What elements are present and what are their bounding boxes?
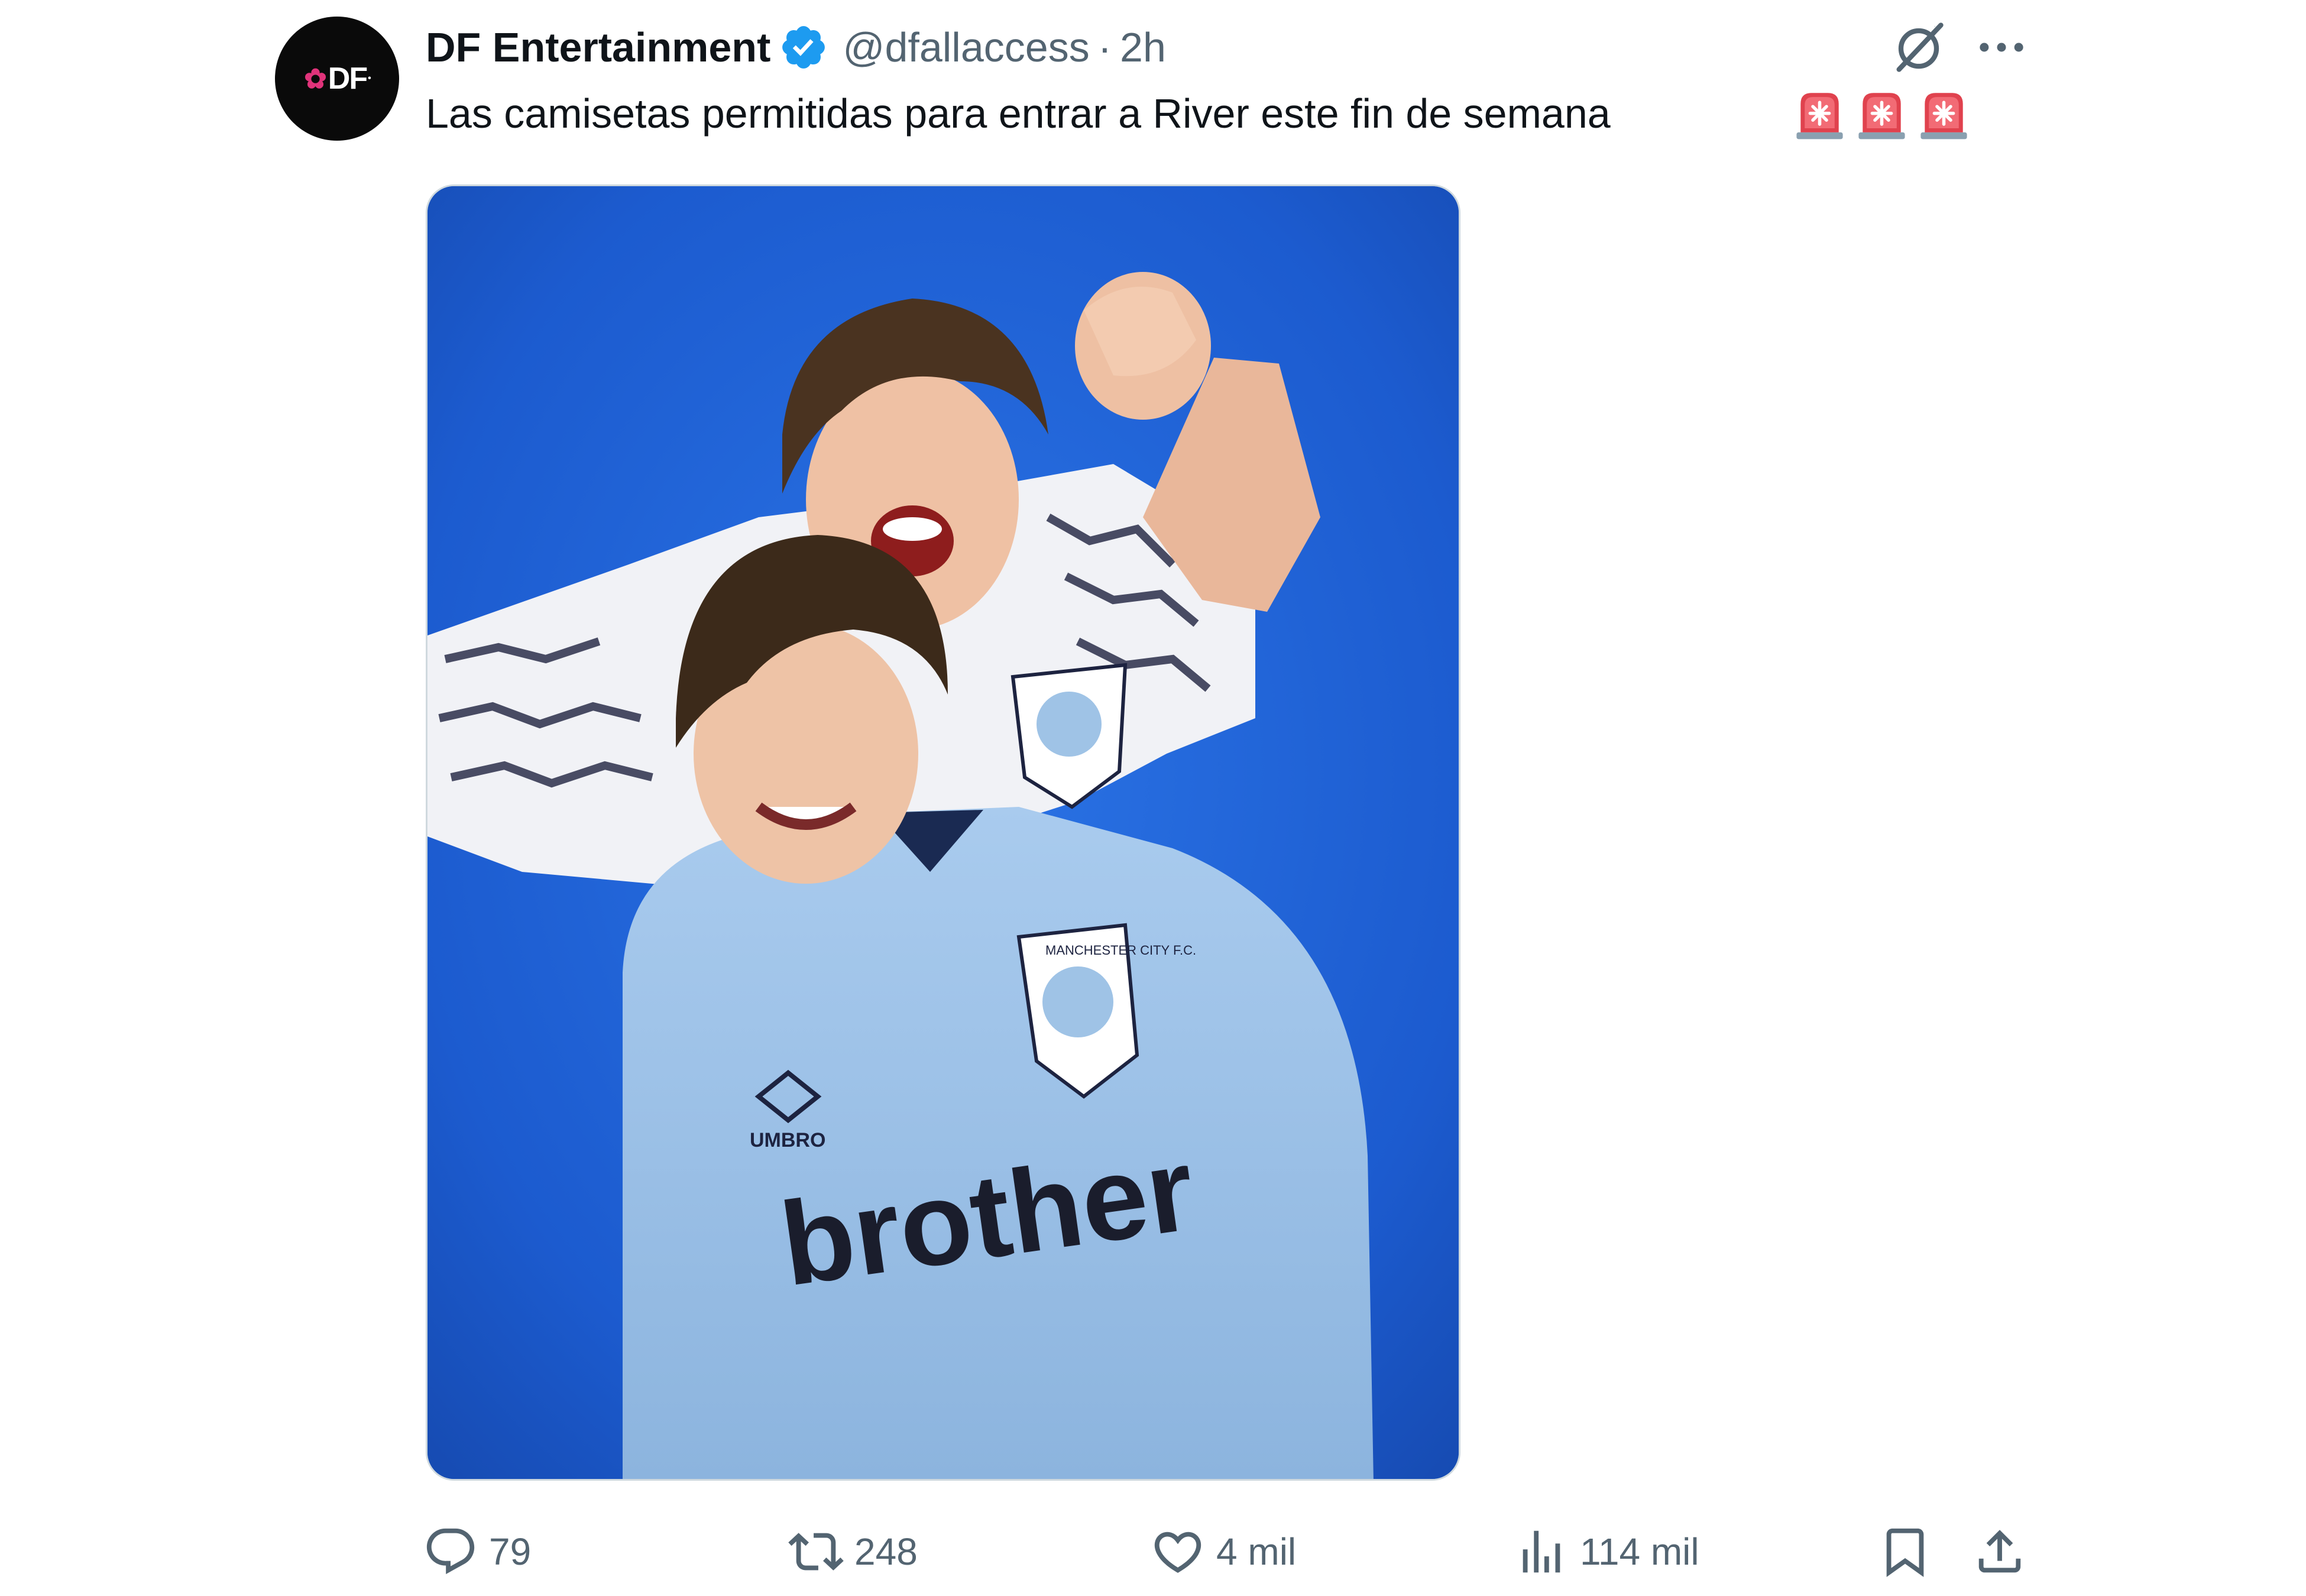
rotating-light-icon <box>1796 93 1843 140</box>
verified-badge-icon[interactable] <box>779 22 828 72</box>
bookmark-button[interactable] <box>1877 1513 1933 1590</box>
rotating-light-icon <box>1858 93 1905 140</box>
like-button[interactable]: 4 mil <box>1150 1513 1296 1590</box>
repost-icon <box>788 1533 844 1571</box>
df-logo: ✿ DF • <box>304 61 371 96</box>
share-button[interactable] <box>1972 1513 2028 1590</box>
repost-count: 248 <box>854 1530 918 1573</box>
separator-dot: · <box>1097 24 1112 70</box>
profile-avatar[interactable]: ✿ DF • <box>275 17 399 141</box>
display-name[interactable]: DF Entertainment <box>426 24 770 71</box>
reply-icon <box>426 1528 475 1574</box>
bookmark-icon <box>1886 1528 1924 1577</box>
grok-icon[interactable] <box>1889 18 1948 77</box>
heart-icon <box>1154 1532 1201 1573</box>
trademark-mark: • <box>368 73 371 83</box>
reply-count: 79 <box>489 1530 532 1573</box>
more-icon[interactable] <box>1972 18 2031 77</box>
tweet-header: DF Entertainment @dfallaccess · 2h <box>426 18 1166 77</box>
tweet-text: Las camisetas permitidas para entrar a R… <box>426 90 1611 137</box>
share-icon <box>1978 1530 2021 1573</box>
tweet-actions: 79 248 4 mil 114 mil <box>0 1513 2306 1590</box>
dancers-icon: ✿ <box>304 63 327 94</box>
views-chart-icon <box>1523 1530 1560 1573</box>
badge-text: MANCHESTER CITY F.C. <box>1045 943 1196 958</box>
like-count: 4 mil <box>1216 1530 1297 1573</box>
photo-illustration: MANCHESTER CITY F.C. UMBRO brother <box>427 186 1459 1479</box>
views-button[interactable]: 114 mil <box>1514 1513 1699 1590</box>
tweet-timestamp[interactable]: 2h <box>1120 24 1166 71</box>
reply-button[interactable]: 79 <box>423 1513 531 1590</box>
rotating-light-icon <box>1920 93 1967 140</box>
kit-brand-text: UMBRO <box>750 1129 825 1151</box>
repost-button[interactable]: 248 <box>788 1513 918 1590</box>
avatar-logo-text: DF <box>328 61 368 96</box>
user-handle[interactable]: @dfallaccess <box>843 24 1089 71</box>
tweet-photo[interactable]: MANCHESTER CITY F.C. UMBRO brother <box>426 184 1460 1481</box>
views-count: 114 mil <box>1580 1530 1699 1573</box>
tweet-card[interactable]: ✿ DF • DF Entertainment @dfallaccess · 2h… <box>0 0 2306 1596</box>
emoji-row <box>1792 87 1972 142</box>
